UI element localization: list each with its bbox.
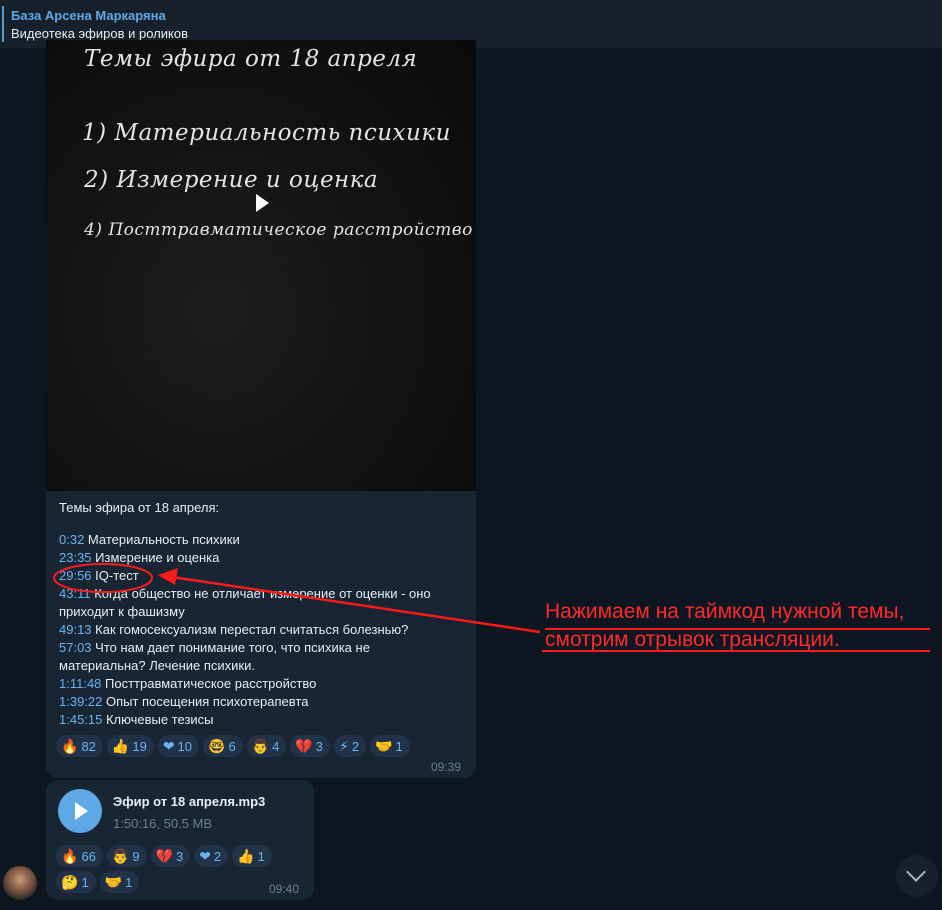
annotation-circle	[53, 563, 153, 593]
annotation-text: Нажимаем на таймкод нужной темы, смотрим…	[545, 598, 904, 654]
annotation-line: смотрим отрывок трансляции.	[545, 628, 840, 651]
annotation-overlay	[53, 563, 930, 652]
annotation-line: Нажимаем на таймкод нужной темы,	[545, 600, 905, 623]
annotation-arrow-line	[171, 575, 541, 634]
annotation-arrow-head	[158, 568, 178, 585]
